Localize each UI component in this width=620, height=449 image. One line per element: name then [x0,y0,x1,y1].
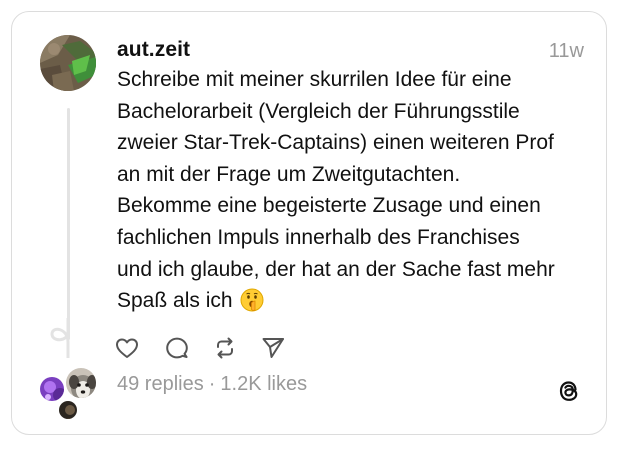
replies-count[interactable]: 49 replies [117,373,204,395]
replier-avatar[interactable] [57,399,79,421]
post-text: Schreibe mit meiner skurrilen Idee für e… [117,68,555,313]
post-stats: 49 replies · 1.2K likes [117,373,307,396]
replier-avatar[interactable] [38,375,66,403]
send-icon[interactable] [259,334,287,362]
thread-connector-line [67,108,70,340]
thread-loop-icon [50,318,70,358]
repost-icon[interactable] [211,334,239,362]
heart-icon[interactable] [113,334,141,362]
likes-count[interactable]: 1.2K likes [220,373,307,395]
post-timestamp: 11w [548,40,584,62]
shushing-face-emoji-icon [240,288,264,322]
comment-icon[interactable] [163,334,191,362]
threads-logo-icon[interactable] [556,378,582,404]
stats-separator: · [208,373,216,395]
replier-avatar[interactable] [64,366,98,400]
author-username[interactable]: aut.zeit [117,38,190,62]
post-body: Schreibe mit meiner skurrilen Idee für e… [117,64,587,322]
author-avatar[interactable] [40,35,96,91]
